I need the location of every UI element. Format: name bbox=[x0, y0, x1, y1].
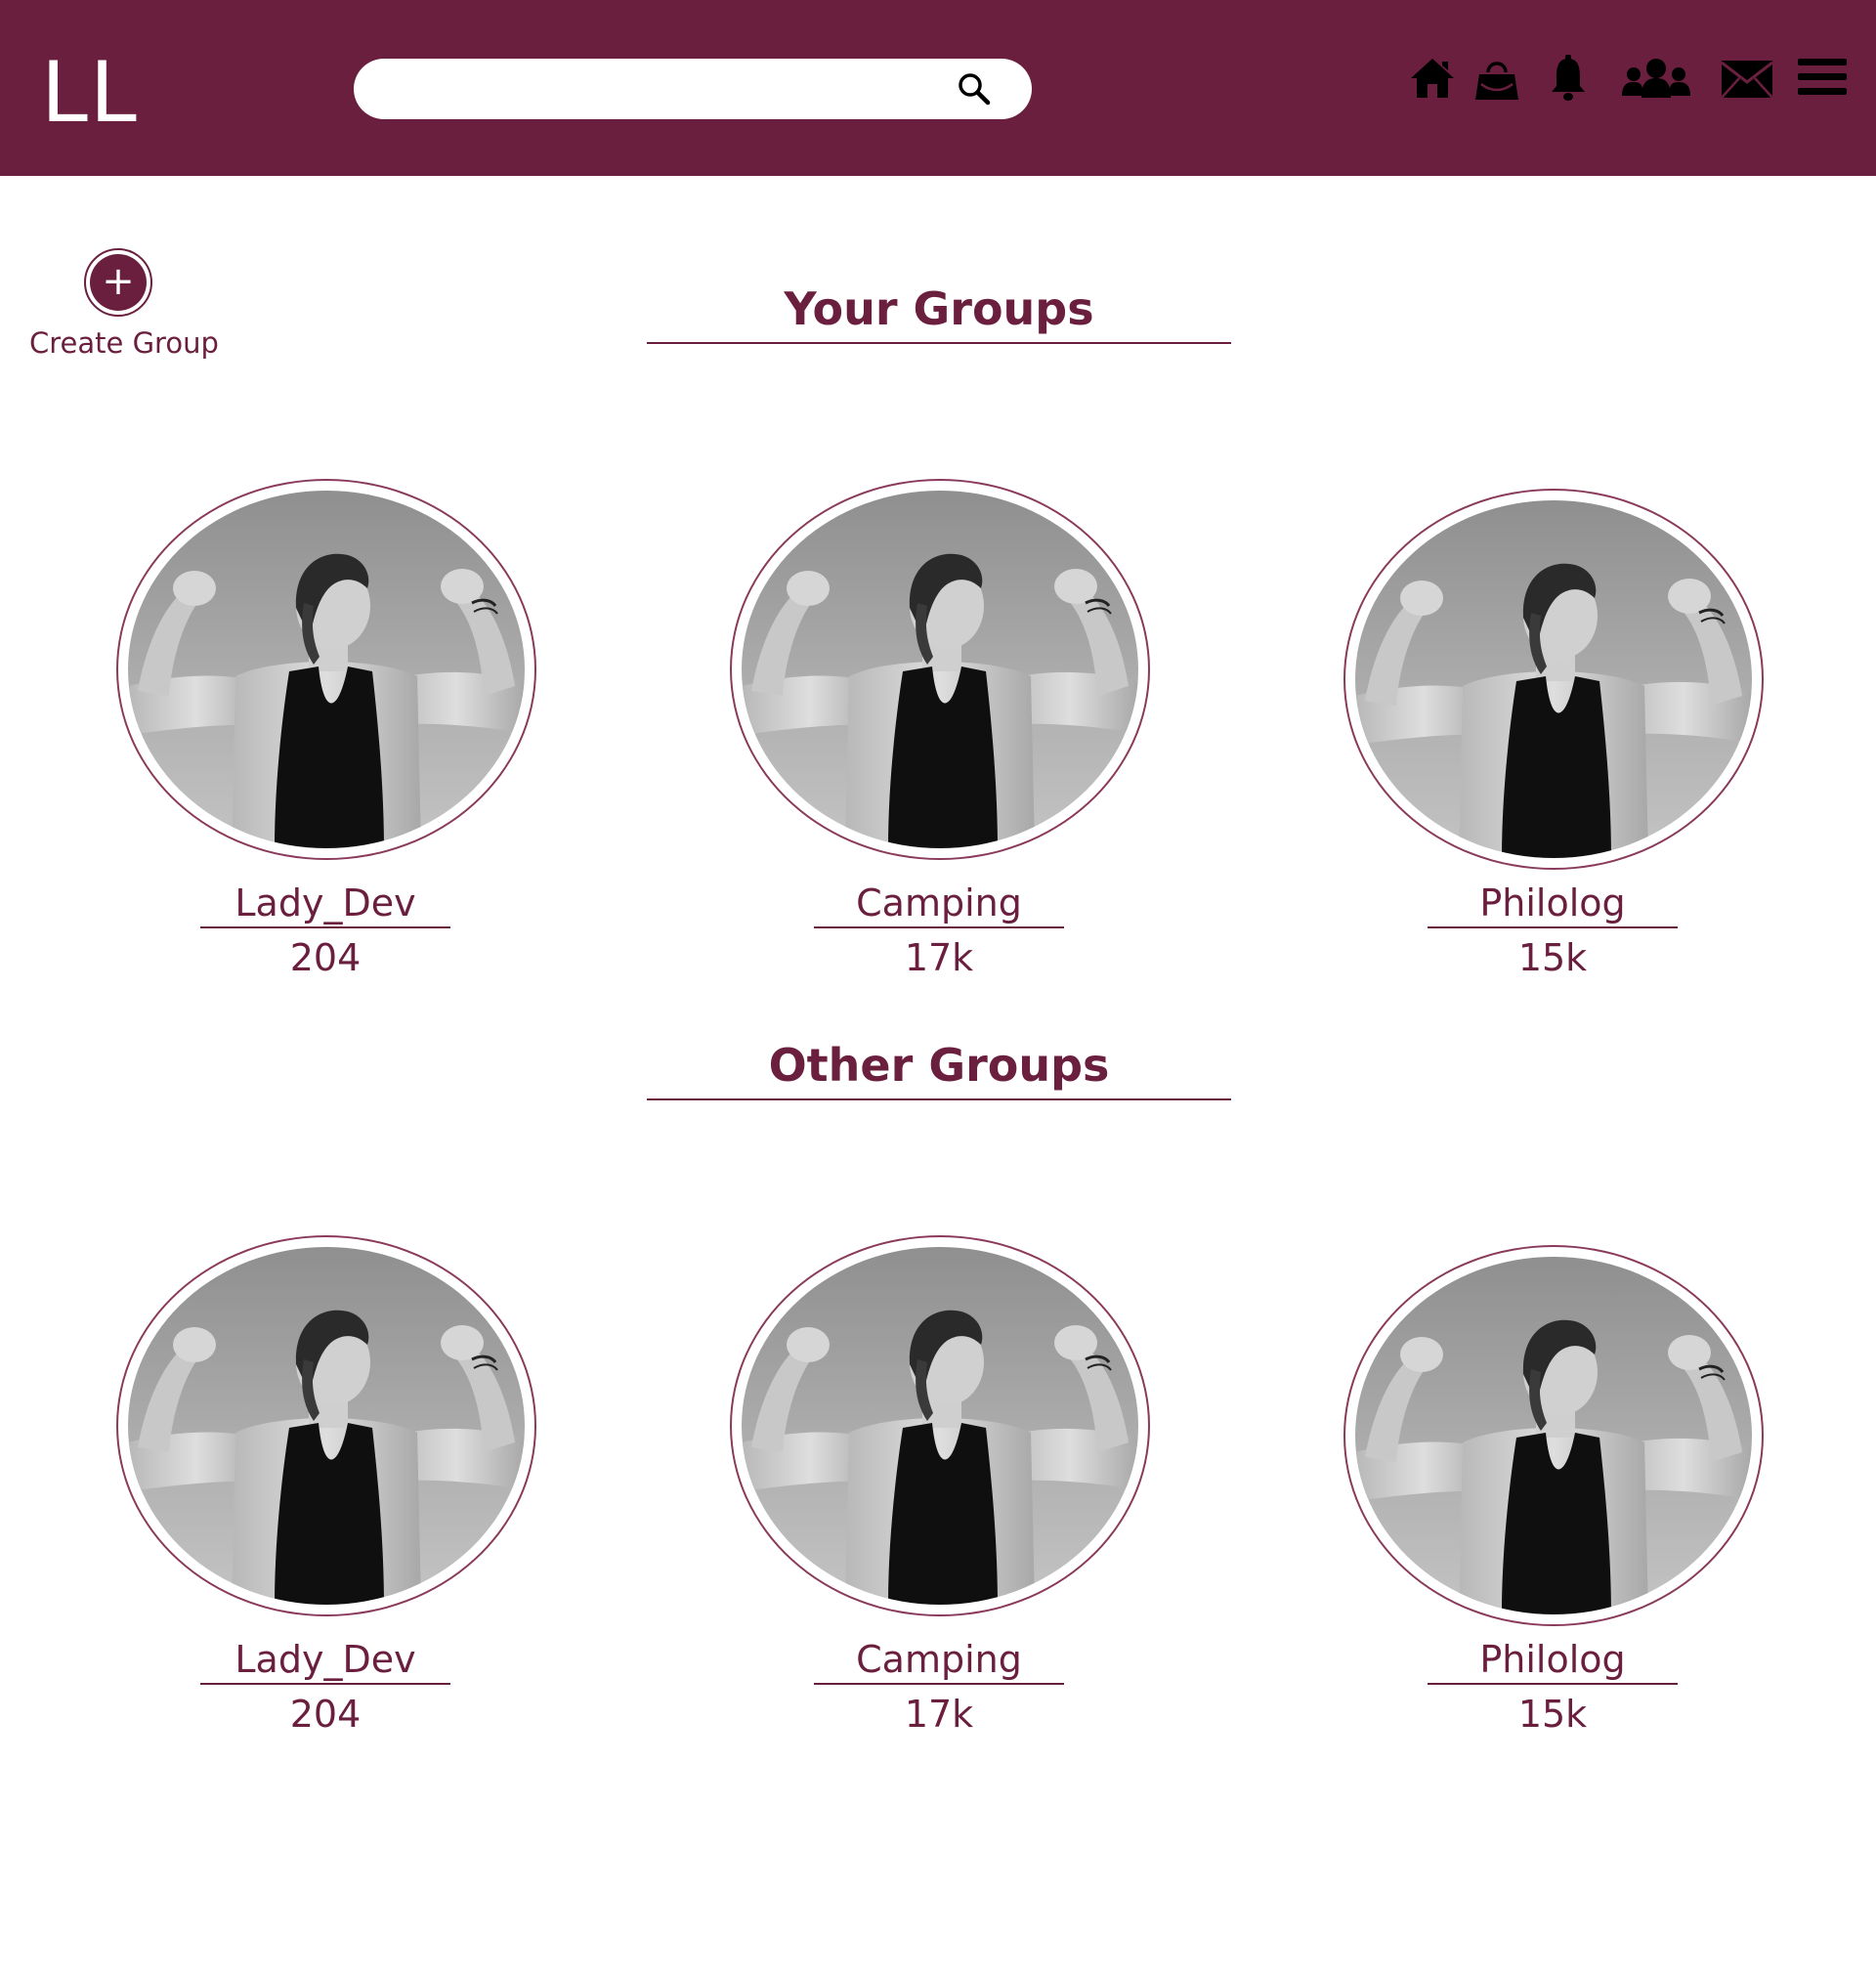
group-avatar-ring bbox=[730, 479, 1150, 860]
group-name[interactable]: Camping bbox=[814, 1636, 1064, 1685]
group-avatar-image[interactable] bbox=[742, 1247, 1138, 1605]
community-icon[interactable] bbox=[1618, 51, 1694, 106]
group-card[interactable]: Lady_Dev 204 bbox=[116, 479, 536, 997]
group-member-count: 204 bbox=[289, 936, 362, 979]
section-title-other-groups: Other Groups bbox=[647, 1030, 1231, 1100]
create-group-label: Create Group bbox=[29, 326, 219, 360]
bell-icon[interactable] bbox=[1548, 51, 1589, 106]
other-groups-heading: Other Groups bbox=[768, 1039, 1110, 1092]
your-groups-heading: Your Groups bbox=[784, 282, 1094, 335]
group-card[interactable]: Philolog 15k bbox=[1343, 489, 1764, 1007]
group-avatar-image[interactable] bbox=[1355, 1257, 1752, 1614]
home-icon[interactable] bbox=[1407, 51, 1458, 106]
search-input[interactable] bbox=[377, 68, 944, 109]
plus-icon: + bbox=[90, 254, 147, 311]
group-member-count: 204 bbox=[289, 1693, 362, 1736]
group-avatar-ring bbox=[1343, 1245, 1764, 1626]
group-name[interactable]: Philolog bbox=[1428, 880, 1678, 928]
group-avatar-image[interactable] bbox=[128, 491, 525, 848]
group-member-count: 17k bbox=[904, 936, 974, 979]
group-name[interactable]: Lady_Dev bbox=[200, 1636, 450, 1685]
group-member-count: 15k bbox=[1517, 936, 1588, 979]
create-group-circle[interactable]: + bbox=[84, 248, 152, 317]
search-icon[interactable] bbox=[954, 68, 995, 109]
menu-icon[interactable] bbox=[1798, 51, 1847, 106]
group-card[interactable]: Camping 17k bbox=[730, 479, 1150, 997]
group-name[interactable]: Camping bbox=[814, 880, 1064, 928]
mail-icon[interactable] bbox=[1720, 51, 1774, 106]
create-group-button[interactable]: + Create Group bbox=[29, 248, 230, 375]
search-bar[interactable] bbox=[354, 59, 1032, 119]
group-name[interactable]: Lady_Dev bbox=[200, 880, 450, 928]
group-card[interactable]: Camping 17k bbox=[730, 1235, 1150, 1753]
group-card[interactable]: Philolog 15k bbox=[1343, 1245, 1764, 1763]
top-navigation-bar: LL bbox=[0, 0, 1876, 176]
shopping-bag-icon[interactable] bbox=[1471, 51, 1522, 106]
group-avatar-ring bbox=[1343, 489, 1764, 870]
group-member-count: 17k bbox=[904, 1693, 974, 1736]
group-name[interactable]: Philolog bbox=[1428, 1636, 1678, 1685]
logo[interactable]: LL bbox=[41, 51, 139, 135]
group-avatar-ring bbox=[730, 1235, 1150, 1616]
group-avatar-image[interactable] bbox=[1355, 500, 1752, 858]
group-card[interactable]: Lady_Dev 204 bbox=[116, 1235, 536, 1753]
group-avatar-ring bbox=[116, 1235, 536, 1616]
group-avatar-image[interactable] bbox=[742, 491, 1138, 848]
section-title-your-groups: Your Groups bbox=[647, 274, 1231, 344]
group-member-count: 15k bbox=[1517, 1693, 1588, 1736]
group-avatar-image[interactable] bbox=[128, 1247, 525, 1605]
group-avatar-ring bbox=[116, 479, 536, 860]
